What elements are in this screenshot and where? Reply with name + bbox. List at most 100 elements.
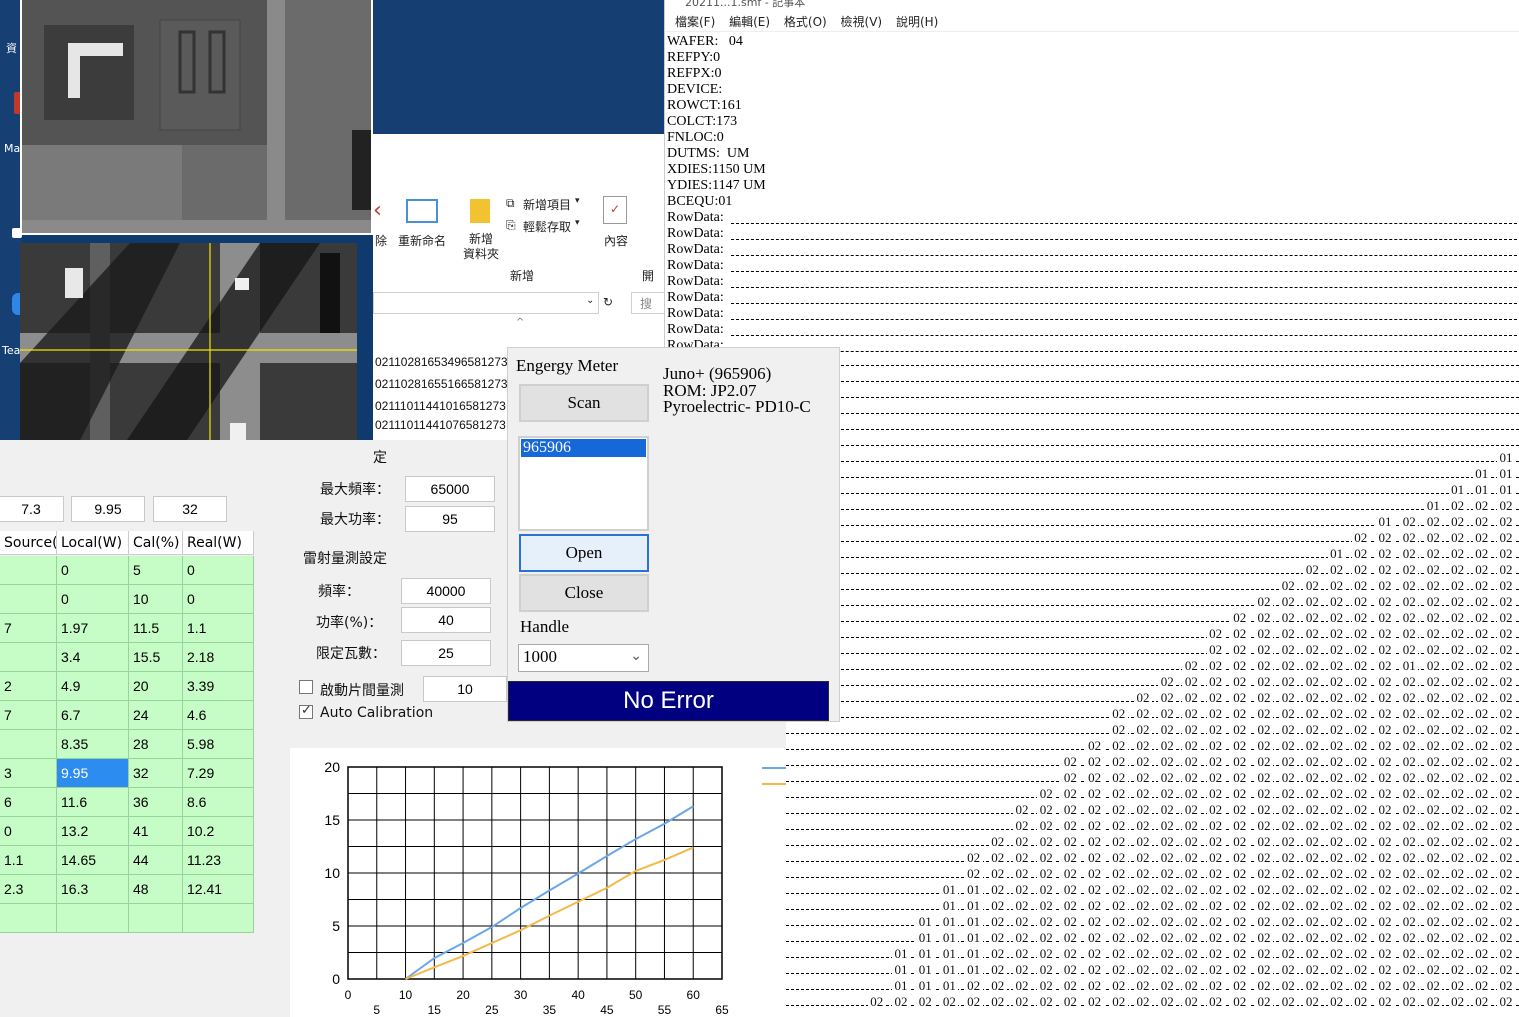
table-cell[interactable]: 2.18	[183, 643, 254, 672]
table-cell[interactable]: 13.2	[57, 817, 129, 846]
search-box[interactable]: 搜	[631, 292, 667, 314]
table-cell[interactable]	[129, 904, 183, 933]
new-item-icon[interactable]: ⧉	[506, 196, 515, 211]
table-cell[interactable]: 6	[0, 788, 57, 817]
table-cell[interactable]: 1.97	[57, 614, 129, 643]
table-cell[interactable]: 6.7	[57, 701, 129, 730]
menu-file[interactable]: 檔案(F)	[675, 12, 715, 32]
max-power-input[interactable]: 95	[405, 506, 495, 532]
file-item[interactable]: 02111011441016581273	[375, 399, 506, 413]
interval-measure-checkbox[interactable]	[299, 680, 313, 694]
new-folder-button[interactable]: 新增 資料夾	[463, 232, 499, 262]
device-list[interactable]: 965906	[518, 436, 649, 531]
param-field-3[interactable]: 32	[153, 496, 227, 522]
table-cell[interactable]: 20	[129, 672, 183, 701]
table-cell[interactable]: 36	[129, 788, 183, 817]
properties-icon[interactable]: ✓	[603, 196, 627, 224]
table-cell[interactable]: 7.29	[183, 759, 254, 788]
table-cell[interactable]: 11.23	[183, 846, 254, 875]
table-cell[interactable]: 8.6	[183, 788, 254, 817]
table-cell[interactable]	[183, 904, 254, 933]
menu-help[interactable]: 說明(H)	[896, 12, 938, 32]
table-cell[interactable]	[0, 643, 57, 672]
rename-button[interactable]: 重新命名	[398, 232, 446, 249]
table-cell[interactable]: 0	[183, 556, 254, 585]
max-freq-input[interactable]: 65000	[405, 476, 495, 502]
easy-access-button[interactable]: 輕鬆存取	[523, 218, 571, 235]
param-field-2[interactable]: 9.95	[71, 496, 145, 522]
properties-button[interactable]: 內容	[604, 232, 628, 249]
freq-input[interactable]: 40000	[401, 578, 491, 604]
new-item-button[interactable]: 新增項目	[523, 196, 571, 213]
table-cell[interactable]: 10	[129, 585, 183, 614]
chevron-down-icon[interactable]: ⌄	[586, 295, 594, 306]
table-cell[interactable]: 32	[129, 759, 183, 788]
close-button[interactable]: Close	[519, 574, 649, 612]
menu-edit[interactable]: 編輯(E)	[729, 12, 770, 32]
table-cell[interactable]: 1.1	[183, 614, 254, 643]
table-cell[interactable]: 2	[0, 672, 57, 701]
table-cell[interactable]: 0	[183, 585, 254, 614]
column-header[interactable]: Source(W	[0, 531, 57, 555]
table-cell[interactable]: 4.6	[183, 701, 254, 730]
table-cell[interactable]: 0	[0, 817, 57, 846]
table-cell[interactable]	[0, 904, 57, 933]
table-cell[interactable]: 41	[129, 817, 183, 846]
table-cell[interactable]: 24	[129, 701, 183, 730]
table-cell[interactable]	[0, 730, 57, 759]
table-cell[interactable]: 44	[129, 846, 183, 875]
table-cell[interactable]: 9.95	[57, 759, 129, 788]
table-cell[interactable]: 7	[0, 614, 57, 643]
easy-access-icon[interactable]: ⎘	[506, 218, 516, 233]
table-cell[interactable]: 2.3	[0, 875, 57, 904]
column-header[interactable]: Cal(%)	[129, 531, 183, 555]
address-bar[interactable]	[373, 292, 599, 314]
interval-input[interactable]: 10	[423, 676, 507, 702]
table-cell[interactable]	[57, 904, 129, 933]
table-cell[interactable]: 11.6	[57, 788, 129, 817]
handle-select[interactable]: 1000 ⌄	[518, 644, 649, 672]
param-field-1[interactable]: 7.3	[0, 496, 64, 522]
rename-icon[interactable]	[406, 199, 438, 223]
table-cell[interactable]: 10.2	[183, 817, 254, 846]
file-item[interactable]: 02111011441076581273	[375, 418, 506, 432]
scan-button[interactable]: Scan	[519, 384, 649, 422]
table-cell[interactable]: 3	[0, 759, 57, 788]
auto-calibration-checkbox[interactable]	[299, 703, 313, 719]
table-cell[interactable]: 0	[57, 585, 129, 614]
table-cell[interactable]: 48	[129, 875, 183, 904]
table-cell[interactable]: 28	[129, 730, 183, 759]
table-cell[interactable]: 8.35	[57, 730, 129, 759]
device-list-item[interactable]: 965906	[521, 439, 646, 457]
new-folder-icon[interactable]	[470, 199, 490, 223]
table-cell[interactable]: 16.3	[57, 875, 129, 904]
table-cell[interactable]: 3.4	[57, 643, 129, 672]
table-cell[interactable]: 12.41	[183, 875, 254, 904]
table-cell[interactable]: 0	[57, 556, 129, 585]
table-cell[interactable]: 15.5	[129, 643, 183, 672]
power-percent-input[interactable]: 40	[401, 607, 491, 633]
delete-icon[interactable]: ‹	[373, 198, 382, 223]
table-cell[interactable]: 1.1	[0, 846, 57, 875]
column-header[interactable]: Real(W)	[183, 531, 254, 555]
table-cell[interactable]	[0, 556, 57, 585]
limit-watt-input[interactable]: 25	[401, 640, 491, 666]
column-header[interactable]: Local(W)	[57, 531, 129, 555]
menu-format[interactable]: 格式(O)	[784, 12, 827, 32]
table-cell[interactable]: 5	[129, 556, 183, 585]
delete-label[interactable]: 除	[375, 232, 387, 249]
table-cell[interactable]: 14.65	[57, 846, 129, 875]
table-cell[interactable]: 5.98	[183, 730, 254, 759]
menu-view[interactable]: 檢視(V)	[841, 12, 883, 32]
search-input[interactable]: 搜	[640, 295, 652, 312]
camera-view-top[interactable]	[20, 0, 373, 235]
open-button[interactable]: Open	[519, 534, 649, 572]
sort-chevron-icon[interactable]: ^	[516, 317, 524, 328]
table-cell[interactable]: 7	[0, 701, 57, 730]
file-item[interactable]: 02110281653496581273	[375, 355, 508, 369]
refresh-icon[interactable]: ↻	[603, 295, 613, 309]
table-cell[interactable]: 3.39	[183, 672, 254, 701]
table-cell[interactable]	[0, 585, 57, 614]
file-item[interactable]: 02110281655166581273	[375, 377, 508, 391]
table-cell[interactable]: 4.9	[57, 672, 129, 701]
